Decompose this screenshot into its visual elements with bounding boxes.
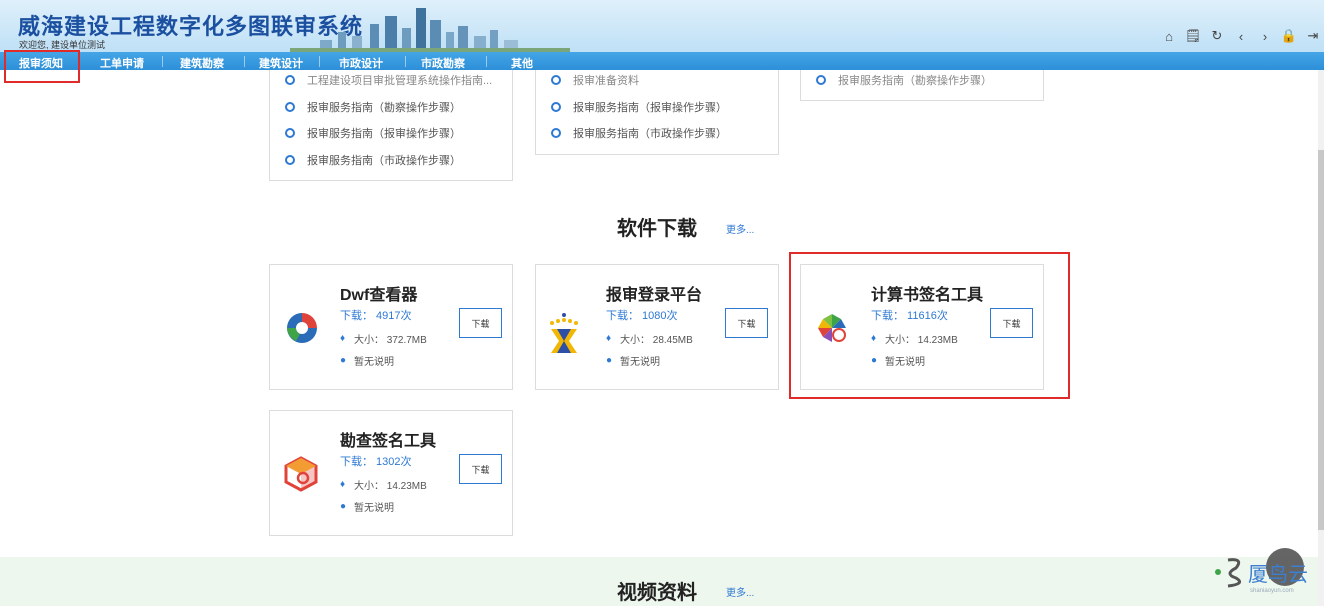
watermark-text: 厦鸟云 <box>1248 563 1308 586</box>
circle-bullet-icon <box>285 155 295 165</box>
dwf-viewer-icon <box>287 313 317 343</box>
nav-divider <box>244 56 245 67</box>
nav-item-municipal-design[interactable]: 市政设计 <box>339 55 383 71</box>
nav-divider <box>486 56 487 67</box>
download-count: 下载： 4917次 <box>340 310 412 322</box>
guide-link[interactable]: 报审服务指南（勘察操作步骤） <box>285 99 461 115</box>
download-count: 下载： 1302次 <box>340 456 412 468</box>
guide-link[interactable]: 报审服务指南（报审操作步骤） <box>551 99 727 115</box>
file-size-label: 大小： 372.7MB <box>354 335 427 346</box>
software-section-title: 软件下载 <box>617 218 697 240</box>
nav-divider <box>162 56 163 67</box>
size-icon: ♦ <box>606 333 612 344</box>
description-label: 暂无说明 <box>354 503 394 514</box>
nav-divider <box>405 56 406 67</box>
guide-link-label: 报审服务指南（勘察操作步骤） <box>307 102 461 114</box>
circle-bullet-icon <box>285 102 295 112</box>
software-card: 报审登录平台 下载： 1080次 ♦ 大小： 28.45MB ● 暂无说明 下载 <box>535 264 779 390</box>
guide-link-label: 工程建设项目审批管理系统操作指南... <box>307 75 493 87</box>
refresh-icon[interactable]: ↻ <box>1210 28 1224 43</box>
document-icon[interactable]: 🗒 <box>1185 28 1202 43</box>
software-name: Dwf查看器 <box>340 287 418 304</box>
file-size-label: 大小： 28.45MB <box>620 335 693 346</box>
description-label: 暂无说明 <box>354 357 394 368</box>
nav-item-order[interactable]: 工单申请 <box>100 55 144 71</box>
app-header: 威海建设工程数字化多图联审系统 欢迎您, 建设单位测试 ⌂ 🗒 ↻ ‹ › 🔒 … <box>0 0 1324 52</box>
highlight-box-nav <box>4 50 80 83</box>
nav-divider <box>319 56 320 67</box>
download-button[interactable]: 下载 <box>459 454 502 484</box>
video-more-link[interactable]: 更多... <box>726 584 754 599</box>
circle-bullet-icon <box>285 75 295 85</box>
circle-bullet-icon <box>551 75 561 85</box>
download-count: 下载： 1080次 <box>606 310 678 322</box>
video-section-title: 视频资料 <box>617 582 697 604</box>
watermark-subtext: shaniaoyun.com <box>1250 588 1294 594</box>
guide-link[interactable]: 报审服务指南（市政操作步骤） <box>551 125 727 141</box>
software-card: 勘查签名工具 下载： 1302次 ♦ 大小： 14.23MB ● 暂无说明 下载 <box>269 410 513 536</box>
nav-item-other[interactable]: 其他 <box>511 55 533 71</box>
guide-link-label: 报审服务指南（勘察操作步骤） <box>838 75 992 87</box>
nav-item-building-survey[interactable]: 建筑勘察 <box>180 55 224 71</box>
toolbar-icons: ⌂ 🗒 ↻ ‹ › 🔒 ⇥ <box>1162 28 1320 44</box>
guide-link-label: 报审服务指南（报审操作步骤） <box>307 128 461 140</box>
guide-card-2: 报审准备资料 报审服务指南（报审操作步骤） 报审服务指南（市政操作步骤） <box>535 70 779 155</box>
back-icon[interactable]: ‹ <box>1234 29 1248 44</box>
download-button[interactable]: 下载 <box>459 308 502 338</box>
guide-link-label: 报审准备资料 <box>573 75 639 87</box>
file-size: ♦ 大小： 372.7MB <box>340 331 427 346</box>
circle-bullet-icon <box>816 75 826 85</box>
size-icon: ♦ <box>340 479 346 490</box>
nav-item-municipal-survey[interactable]: 市政勘察 <box>421 55 465 71</box>
guide-link[interactable]: 工程建设项目审批管理系统操作指南... <box>285 72 492 88</box>
location-pin-icon: ● <box>606 355 613 366</box>
bird-logo-icon <box>1215 558 1242 588</box>
guide-link[interactable]: 报审准备资料 <box>551 72 639 88</box>
description-label: 暂无说明 <box>620 357 660 368</box>
home-icon[interactable]: ⌂ <box>1162 29 1176 44</box>
skyline-banner-image <box>290 8 570 52</box>
description: ● 暂无说明 <box>340 499 394 514</box>
guide-link[interactable]: 报审服务指南（勘察操作步骤） <box>816 72 992 88</box>
location-pin-icon: ● <box>340 355 347 366</box>
guide-link[interactable]: 报审服务指南（市政操作步骤） <box>285 152 461 168</box>
circle-bullet-icon <box>551 128 561 138</box>
guide-link-label: 报审服务指南（报审操作步骤） <box>573 102 727 114</box>
logout-icon[interactable]: ⇥ <box>1306 28 1320 43</box>
login-platform-icon <box>550 313 578 353</box>
guide-card-3: 报审服务指南（勘察操作步骤） <box>800 70 1044 101</box>
guide-card-1: 工程建设项目审批管理系统操作指南... 报审服务指南（勘察操作步骤） 报审服务指… <box>269 70 513 181</box>
download-button[interactable]: 下载 <box>725 308 768 338</box>
software-name: 报审登录平台 <box>606 287 703 304</box>
nav-item-building-design[interactable]: 建筑设计 <box>259 55 303 71</box>
guide-link-label: 报审服务指南（市政操作步骤） <box>307 155 461 167</box>
guide-link[interactable]: 报审服务指南（报审操作步骤） <box>285 125 461 141</box>
highlight-box-card <box>789 252 1070 399</box>
file-size-label: 大小： 14.23MB <box>354 481 427 492</box>
software-more-link[interactable]: 更多... <box>726 221 754 236</box>
circle-bullet-icon <box>285 128 295 138</box>
main-nav: 报审须知 工单申请 建筑勘察 建筑设计 市政设计 市政勘察 其他 <box>0 52 1324 70</box>
forward-icon[interactable]: › <box>1258 29 1272 44</box>
description: ● 暂无说明 <box>606 353 660 368</box>
software-card: Dwf查看器 下载： 4917次 ♦ 大小： 372.7MB ● 暂无说明 下载 <box>269 264 513 390</box>
circle-bullet-icon <box>551 102 561 112</box>
software-name: 勘查签名工具 <box>340 433 437 450</box>
lock-icon[interactable]: 🔒 <box>1281 28 1297 43</box>
size-icon: ♦ <box>340 333 346 344</box>
scrollbar-thumb[interactable] <box>1318 150 1324 530</box>
watermark-logo: 厦鸟云 shaniaoyun.com <box>1214 552 1308 594</box>
survey-sign-tool-icon <box>284 456 318 492</box>
location-pin-icon: ● <box>340 501 347 512</box>
description: ● 暂无说明 <box>340 353 394 368</box>
file-size: ♦ 大小： 14.23MB <box>340 477 427 492</box>
file-size: ♦ 大小： 28.45MB <box>606 331 693 346</box>
guide-link-label: 报审服务指南（市政操作步骤） <box>573 128 727 140</box>
